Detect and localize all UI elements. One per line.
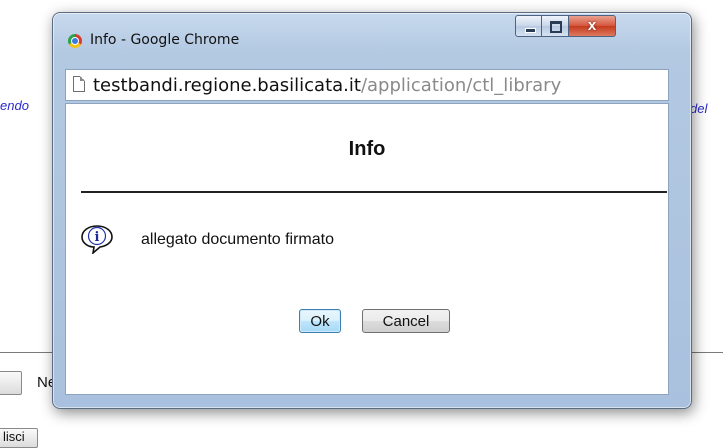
minimize-icon xyxy=(525,28,536,33)
page-icon xyxy=(73,76,85,92)
svg-text:i: i xyxy=(95,230,100,245)
maximize-icon xyxy=(550,21,562,33)
url-text: testbandi.regione.basilicata.it/applicat… xyxy=(93,75,561,96)
dialog-title: Info xyxy=(348,138,386,160)
info-speech-bubble-icon: i xyxy=(81,225,113,254)
maximize-button[interactable] xyxy=(542,15,569,37)
dialog-divider xyxy=(81,191,667,193)
window-titlebar[interactable]: Info - Google Chrome x xyxy=(53,13,691,63)
close-icon: x xyxy=(587,17,597,34)
dialog-content: Info i allegato documento firmato Ok Can… xyxy=(65,103,669,395)
close-button[interactable]: x xyxy=(569,15,616,37)
window-title: Info - Google Chrome xyxy=(90,32,240,48)
background-link-fragment-left[interactable]: endo xyxy=(0,98,29,113)
background-button-bottom[interactable]: lisci xyxy=(0,428,38,448)
background-link-fragment-right[interactable]: del xyxy=(690,101,707,116)
dialog-message: allegato documento firmato xyxy=(141,231,334,248)
ok-button[interactable]: Ok xyxy=(299,309,341,333)
chrome-icon xyxy=(68,34,82,48)
background-button-partial[interactable] xyxy=(0,371,22,395)
address-bar[interactable]: testbandi.regione.basilicata.it/applicat… xyxy=(65,69,669,101)
cancel-button[interactable]: Cancel xyxy=(362,309,450,333)
minimize-button[interactable] xyxy=(515,15,542,37)
url-path: /application/ctl_library xyxy=(360,75,562,96)
chrome-popup-window: Info - Google Chrome x testbandi.regione… xyxy=(52,12,692,409)
window-controls: x xyxy=(515,15,616,37)
url-host: testbandi.regione.basilicata.it xyxy=(93,75,361,96)
